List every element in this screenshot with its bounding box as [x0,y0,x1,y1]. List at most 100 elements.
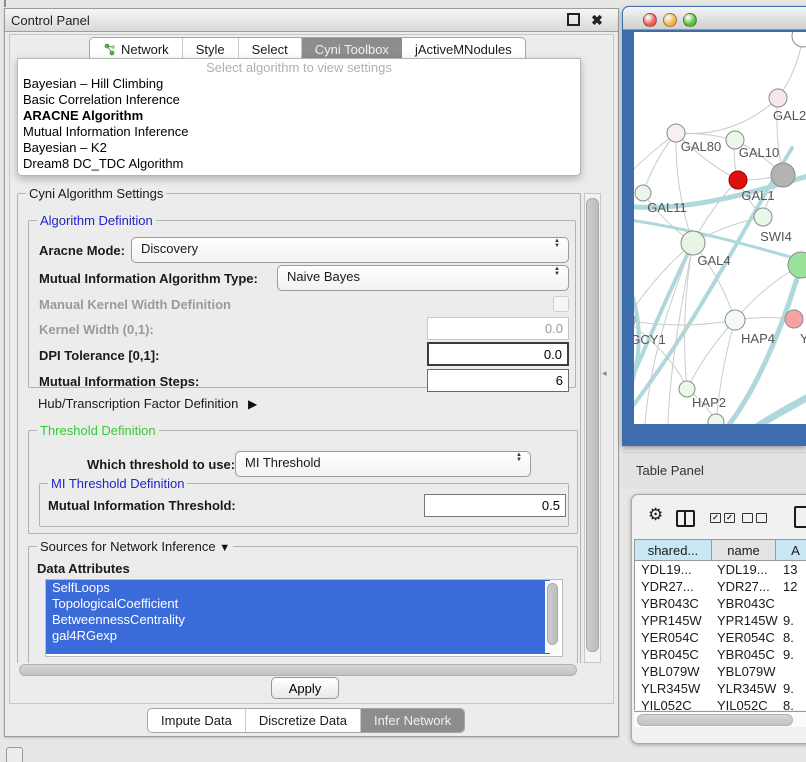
settings-vertical-scrollbar-thumb[interactable] [586,198,599,652]
bottom-tab-discretize-data[interactable]: Discretize Data [246,709,361,732]
window-edge-mark [4,0,6,7]
cell: 13 [783,561,797,578]
table-row-ylr345w[interactable]: YLR345WYLR345W9. [635,680,806,697]
spinner-arrows-icon: ▲▼ [554,267,560,277]
attributes-scrollbar[interactable] [545,581,559,653]
table-horizontal-scrollbar[interactable] [634,711,806,727]
dpi-tolerance-label: DPI Tolerance [0,1]: [39,348,159,363]
sources-toggle[interactable]: Sources for Network Inference ▼ [37,539,233,554]
network-node-hap4[interactable] [725,310,745,330]
algorithm-option-dream8-dc-tdc-algorithm[interactable]: Dream8 DC_TDC Algorithm [18,156,580,172]
zoom-traffic-light-icon[interactable] [683,13,697,27]
table-panel-header: Table Panel [622,452,806,489]
hub-section-label: Hub/Transcription Factor Definition [38,396,238,411]
network-node-label: GAL10 [739,145,779,160]
settings-vertical-scrollbar[interactable] [584,193,601,663]
cell: 8. [783,629,794,646]
table-row-yer054c[interactable]: YER054CYER054C8. [635,629,806,646]
network-canvas[interactable]: GAL2GAL80GAL10GAL1GAL11SWI4GAL4GCY1HAP4Y… [634,32,806,424]
network-node-gal1[interactable] [729,171,747,189]
column-header-shared[interactable]: shared... [634,539,712,561]
network-node-y[interactable] [785,310,803,328]
close-traffic-light-icon[interactable] [643,13,657,27]
table-row-ybr043c[interactable]: YBR043CYBR043C [635,595,806,612]
unchecked-boxes-icon[interactable] [742,513,770,528]
panel-grip-icon[interactable] [6,747,23,762]
attributes-scrollbar-thumb[interactable] [547,583,558,645]
cell: YBR045C [641,646,699,663]
mi-threshold-group: MI Threshold Definition Mutual Informati… [39,483,569,527]
settings-horizontal-scrollbar[interactable] [17,663,581,677]
manual-kernel-checkbox[interactable] [553,296,569,312]
table-row-ypr145w[interactable]: YPR145WYPR145W9. [635,612,806,629]
cell: YBL079W [717,663,776,680]
network-node-label: GAL1 [741,188,774,203]
table-rows: YDL19...YDL19...13YDR27...YDR27...12YBR0… [634,561,806,710]
table-panel-title: Table Panel [636,463,704,478]
which-threshold-select[interactable]: MI Threshold ▲▼ [235,451,531,477]
algorithm-option-basic-correlation-inference[interactable]: Basic Correlation Inference [18,92,580,108]
kernel-width-field[interactable] [427,317,569,340]
cell: 9. [783,680,794,697]
float-window-button[interactable] [566,13,580,27]
page-icon[interactable] [794,506,806,528]
network-node-label: HAP2 [692,395,726,410]
attribute-item-betweennesscentrality[interactable]: BetweennessCentrality [46,612,550,628]
network-window-titlebar[interactable] [623,7,806,30]
mi-threshold-field[interactable] [424,494,566,517]
network-node-gal11[interactable] [635,185,651,201]
cyni-settings-group: Cyni Algorithm Settings Algorithm Defini… [17,193,581,665]
algorithm-definition-group: Algorithm Definition Aracne Mode: Discov… [28,220,576,388]
attribute-item-selfloops[interactable]: SelfLoops [46,580,550,596]
network-node-swi4[interactable] [754,208,772,226]
table-row-ybl079w[interactable]: YBL079WYBL079W [635,663,806,680]
split-columns-icon[interactable] [676,510,695,527]
algorithm-option-bayesian-hill-climbing[interactable]: Bayesian – Hill Climbing [18,76,580,92]
bottom-tab-infer-network[interactable]: Infer Network [361,709,464,732]
kernel-width-label: Kernel Width (0,1): [39,322,154,337]
network-node-gal4[interactable] [681,231,705,255]
attribute-item-topologicalcoefficient[interactable]: TopologicalCoefficient [46,596,550,612]
network-edge [676,98,778,134]
close-icon: ✖ [591,12,603,28]
attribute-item-gal4rgexp[interactable]: gal4RGexp [46,628,550,644]
dpi-tolerance-field[interactable] [427,342,569,366]
mi-type-select[interactable]: Naive Bayes ▲▼ [277,265,569,291]
splitter-collapse-icon[interactable]: ◂ [602,368,607,379]
attribute-item-partial[interactable] [46,644,550,654]
column-header-a[interactable]: A [776,539,806,561]
column-header-name[interactable]: name [712,539,776,561]
checked-boxes-icon[interactable]: ✓✓ [710,513,738,528]
manual-kernel-label: Manual Kernel Width Definition [39,297,231,312]
network-node-gal2[interactable] [769,89,787,107]
network-icon [103,43,116,56]
table-row-ydr27[interactable]: YDR27...YDR27...12 [635,578,806,595]
expanded-arrow-icon: ▼ [219,542,230,554]
table-row-ydl19[interactable]: YDL19...YDL19...13 [635,561,806,578]
hub-section-toggle[interactable]: Hub/Transcription Factor Definition ▶ [38,396,257,411]
close-button[interactable]: ✖ [590,13,604,27]
mi-steps-field[interactable] [427,369,569,392]
cell: YBR043C [717,595,775,612]
settings-horizontal-scrollbar-thumb[interactable] [19,664,577,676]
mi-steps-label: Mutual Information Steps: [39,374,199,389]
aracne-mode-select[interactable]: Discovery ▲▼ [131,237,569,263]
spinner-arrows-icon: ▲▼ [516,453,522,463]
bottom-tab-impute-data[interactable]: Impute Data [148,709,246,732]
spinner-arrows-icon: ▲▼ [554,239,560,249]
network-node[interactable] [708,414,724,424]
table-row-ybr045c[interactable]: YBR045CYBR045C9. [635,646,806,663]
network-node[interactable] [792,32,806,47]
minimize-traffic-light-icon[interactable] [663,13,677,27]
algorithm-option-bayesian-k2[interactable]: Bayesian – K2 [18,140,580,156]
apply-button[interactable]: Apply [271,677,339,699]
network-edge-thick [758,397,806,424]
algorithm-option-mutual-information-inference[interactable]: Mutual Information Inference [18,124,580,140]
table-row-yil052c[interactable]: YIL052CYIL052C8. [635,697,806,710]
cell: YER054C [717,629,775,646]
gear-icon[interactable]: ⚙ [648,505,663,525]
network-node[interactable] [771,163,795,187]
algorithm-option-aracne-algorithm[interactable]: ARACNE Algorithm [18,108,580,124]
cell: YIL052C [717,697,768,710]
table-horizontal-scrollbar-thumb[interactable] [637,714,793,726]
